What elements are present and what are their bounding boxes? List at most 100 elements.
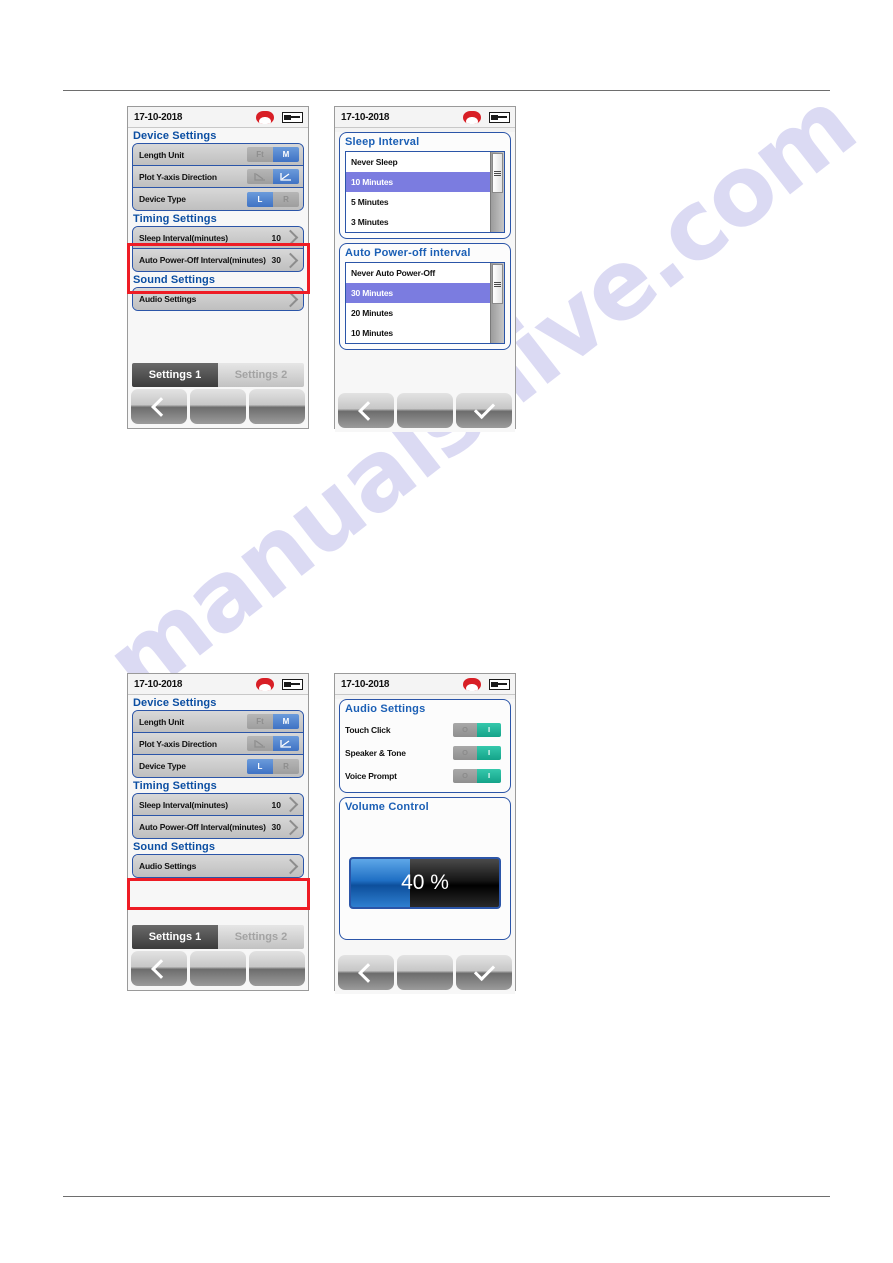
seg-option-m[interactable]: M <box>273 147 299 162</box>
status-date: 17-10-2018 <box>341 111 390 123</box>
row-length-unit[interactable]: Length Unit Ft M <box>133 711 303 733</box>
up-plot-icon[interactable] <box>273 736 299 751</box>
panel-title: Audio Settings <box>345 703 426 715</box>
softkey-confirm[interactable] <box>456 393 512 428</box>
softkey-right[interactable] <box>249 389 305 424</box>
seg-option-ft[interactable]: Ft <box>247 714 273 729</box>
softkey-middle[interactable] <box>190 389 246 424</box>
segmented-length-unit[interactable]: Ft M <box>247 147 299 162</box>
group-device-settings: Length Unit Ft M Plot Y-axis Direction D… <box>132 143 304 211</box>
seg-option-m[interactable]: M <box>273 714 299 729</box>
segmented-device-type[interactable]: L R <box>247 758 299 774</box>
scrollbar-auto-power-off[interactable] <box>490 263 504 343</box>
toggle-off-option[interactable]: O <box>453 722 477 737</box>
softkey-right[interactable] <box>249 951 305 986</box>
tab-settings-1[interactable]: Settings 1 <box>132 925 218 949</box>
seg-option-l[interactable]: L <box>247 758 273 774</box>
scrollbar-thumb[interactable] <box>492 264 503 304</box>
row-device-type[interactable]: Device Type L R <box>133 188 303 210</box>
tab-settings-2[interactable]: Settings 2 <box>218 363 304 387</box>
softkey-back[interactable] <box>338 393 394 428</box>
device-screen-settings-1: 17-10-2018 Device Settings Length Unit F… <box>127 106 309 429</box>
seg-option-l[interactable]: L <box>247 191 273 207</box>
row-device-type[interactable]: Device Type L R <box>133 755 303 777</box>
row-sleep-interval[interactable]: Sleep Interval(minutes) 10 <box>133 227 303 249</box>
battery-icon <box>489 678 510 690</box>
row-value: 30 <box>271 822 281 832</box>
list-item[interactable]: Never Sleep <box>346 152 504 172</box>
listbox-sleep-interval[interactable]: Never Sleep 10 Minutes 5 Minutes 3 Minut… <box>345 151 505 233</box>
toggle-off-option[interactable]: O <box>453 768 477 783</box>
scrollbar-sleep-interval[interactable] <box>490 152 504 232</box>
softkey-middle[interactable] <box>397 955 453 990</box>
toggle-on-option[interactable]: I <box>477 722 501 737</box>
toggle-speaker-and-tone[interactable]: O I <box>453 745 501 760</box>
volume-slider[interactable]: 40 % <box>349 857 501 909</box>
segmented-length-unit[interactable]: Ft M <box>247 714 299 729</box>
row-audio-settings[interactable]: Audio Settings <box>133 288 303 310</box>
scrollbar-thumb[interactable] <box>492 153 503 193</box>
tab-settings-2[interactable]: Settings 2 <box>218 925 304 949</box>
row-value: 10 <box>271 232 281 243</box>
seg-option-r[interactable]: R <box>273 191 299 207</box>
list-item[interactable]: 20 Minutes <box>346 303 504 323</box>
list-item[interactable]: Never Auto Power-Off <box>346 263 504 283</box>
row-touch-click[interactable]: Touch Click O I <box>345 718 505 741</box>
row-length-unit[interactable]: Length Unit Ft M <box>133 144 303 166</box>
softkey-back[interactable] <box>131 951 187 986</box>
softkey-bar <box>131 951 305 986</box>
down-plot-icon[interactable] <box>247 736 273 751</box>
panel-title: Auto Power-off interval <box>345 247 471 259</box>
tab-settings-1[interactable]: Settings 1 <box>132 363 218 387</box>
segmented-plot-direction[interactable] <box>247 736 299 751</box>
list-item[interactable]: 30 Minutes <box>346 283 504 303</box>
group-device-settings: Length Unit Ft M Plot Y-axis Direction D… <box>132 710 304 778</box>
end-call-icon <box>463 677 481 691</box>
page-footer-rule <box>63 1196 830 1197</box>
row-label: Sleep Interval(minutes) <box>139 799 228 810</box>
back-arrow-icon <box>358 962 378 983</box>
battery-icon <box>282 678 303 690</box>
row-label: Plot Y-axis Direction <box>139 171 217 182</box>
section-title-device-settings: Device Settings <box>133 130 217 142</box>
status-bar: 17-10-2018 <box>335 107 515 128</box>
seg-option-r[interactable]: R <box>273 758 299 774</box>
listbox-auto-power-off[interactable]: Never Auto Power-Off 30 Minutes 20 Minut… <box>345 262 505 344</box>
softkey-middle[interactable] <box>397 393 453 428</box>
status-date: 17-10-2018 <box>134 678 183 690</box>
segmented-device-type[interactable]: L R <box>247 191 299 207</box>
back-arrow-icon <box>151 396 171 417</box>
panel-sleep-interval: Sleep Interval Never Sleep 10 Minutes 5 … <box>339 132 511 239</box>
device-screen-audio-settings: 17-10-2018 Audio Settings Touch Click O … <box>334 673 516 994</box>
softkey-middle[interactable] <box>190 951 246 986</box>
seg-option-ft[interactable]: Ft <box>247 147 273 162</box>
up-plot-icon[interactable] <box>273 169 299 184</box>
toggle-touch-click[interactable]: O I <box>453 722 501 737</box>
list-item[interactable]: 10 Minutes <box>346 172 504 192</box>
list-item[interactable]: 10 Minutes <box>346 323 504 343</box>
row-label: Touch Click <box>345 724 391 735</box>
softkey-back[interactable] <box>131 389 187 424</box>
segmented-plot-direction[interactable] <box>247 169 299 184</box>
group-sound-settings: Audio Settings <box>132 287 304 311</box>
row-auto-power-off-interval[interactable]: Auto Power-Off Interval(minutes) 30 <box>133 249 303 271</box>
down-plot-icon[interactable] <box>247 169 273 184</box>
toggle-on-option[interactable]: I <box>477 768 501 783</box>
toggle-voice-prompt[interactable]: O I <box>453 768 501 783</box>
panel-audio-settings: Audio Settings Touch Click O I Speaker &… <box>339 699 511 793</box>
row-auto-power-off-interval[interactable]: Auto Power-Off Interval(minutes) 30 <box>133 816 303 838</box>
end-call-icon <box>463 110 481 124</box>
softkey-confirm[interactable] <box>456 955 512 990</box>
list-item[interactable]: 3 Minutes <box>346 212 504 232</box>
row-plot-y-axis-direction[interactable]: Plot Y-axis Direction <box>133 733 303 755</box>
panel-volume-control: Volume Control 40 % <box>339 797 511 940</box>
list-item[interactable]: 5 Minutes <box>346 192 504 212</box>
toggle-on-option[interactable]: I <box>477 745 501 760</box>
row-audio-settings[interactable]: Audio Settings <box>133 855 303 877</box>
toggle-off-option[interactable]: O <box>453 745 477 760</box>
row-speaker-and-tone[interactable]: Speaker & Tone O I <box>345 741 505 764</box>
row-plot-y-axis-direction[interactable]: Plot Y-axis Direction <box>133 166 303 188</box>
row-voice-prompt[interactable]: Voice Prompt O I <box>345 764 505 787</box>
row-sleep-interval[interactable]: Sleep Interval(minutes) 10 <box>133 794 303 816</box>
softkey-back[interactable] <box>338 955 394 990</box>
